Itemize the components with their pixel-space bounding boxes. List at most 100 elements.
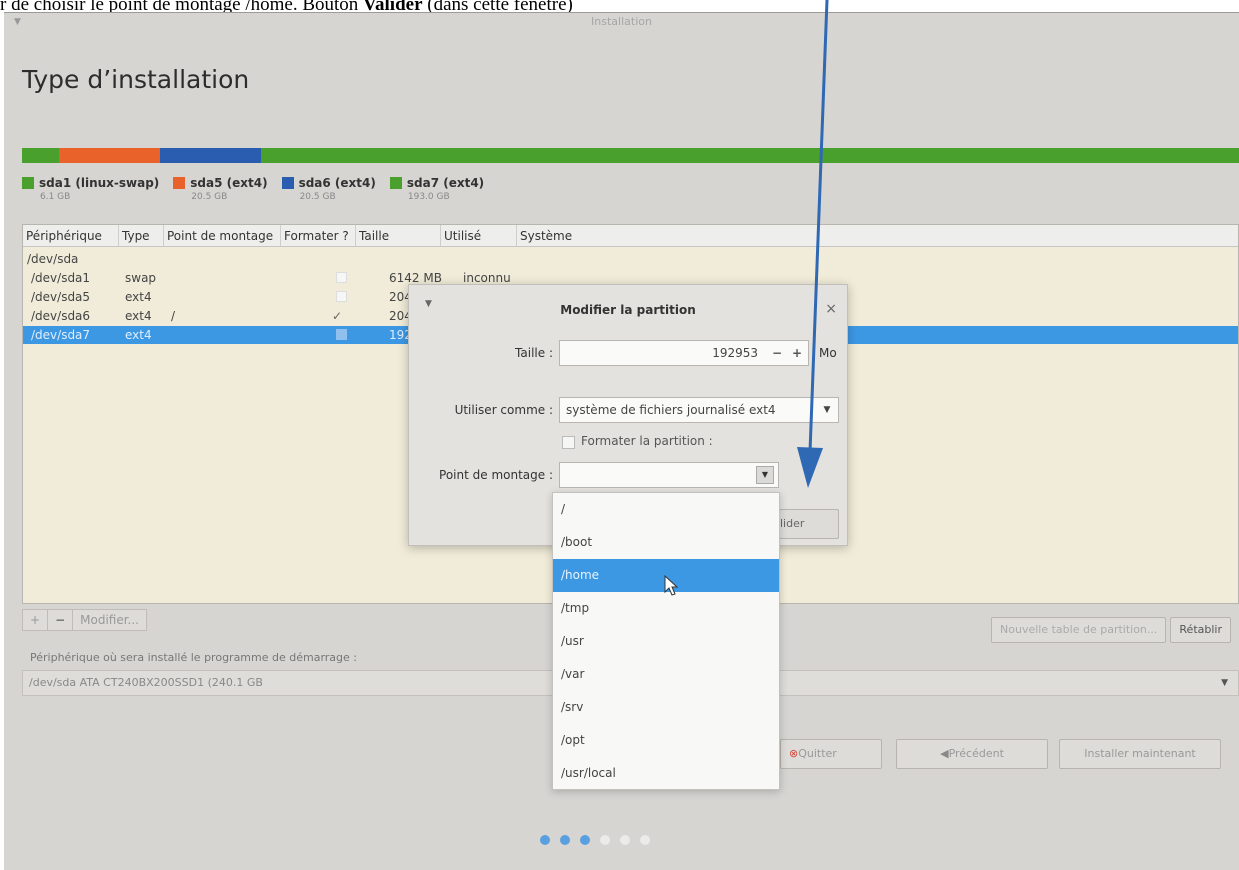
format-partition-label: Formater la partition : — [581, 434, 713, 448]
legend-item: sda5 (ext4) 20.5 GB — [173, 176, 268, 202]
format-checkbox[interactable] — [336, 329, 347, 340]
page-title: Type d’installation — [22, 65, 250, 94]
use-as-value: système de fichiers journalisé ext4 — [566, 403, 776, 417]
legend-label: sda5 (ext4) — [190, 176, 268, 190]
bootloader-value: /dev/sda ATA CT240BX200SSD1 (240.1 GB — [29, 676, 263, 689]
legend-size: 193.0 GB — [407, 192, 450, 202]
revert-button[interactable]: Rétablir — [1170, 617, 1231, 643]
row-device: /dev/sda — [27, 252, 79, 266]
table-actions: Nouvelle table de partition... Rétablir — [991, 617, 1231, 643]
partition-segment-sda6 — [159, 148, 261, 163]
row-mount: / — [171, 309, 176, 323]
legend-item: sda1 (linux-swap) 6.1 GB — [22, 176, 159, 202]
legend-swatch — [22, 177, 34, 189]
mouse-cursor-icon — [664, 575, 679, 596]
decrement-button[interactable]: − — [772, 341, 782, 365]
mount-option[interactable]: /boot — [553, 526, 779, 559]
back-arrow-icon: ◀ — [940, 747, 949, 760]
quit-button[interactable]: ⊗Quitter — [780, 739, 882, 769]
partition-toolbar: + − Modifier... — [22, 609, 147, 631]
col-mount[interactable]: Point de montage — [164, 225, 281, 246]
legend-swatch — [173, 177, 186, 189]
size-field[interactable]: 192953 − + — [559, 340, 809, 366]
window-menu-icon[interactable]: ▼ — [14, 13, 21, 31]
size-value: 192953 — [712, 346, 758, 360]
row-device: /dev/sda6 — [31, 309, 91, 323]
close-icon[interactable]: × — [825, 301, 837, 317]
modify-partition-button[interactable]: Modifier... — [73, 610, 146, 630]
use-as-label: Utiliser comme : — [454, 403, 553, 417]
mount-point-combo[interactable]: ▼ — [559, 462, 779, 488]
format-checkbox[interactable] — [336, 291, 347, 302]
mount-option[interactable]: /srv — [553, 691, 779, 724]
col-system[interactable]: Système — [517, 225, 1238, 246]
window-title: Installation — [591, 15, 652, 28]
partition-segment-sda5 — [58, 148, 160, 163]
legend-label: sda7 (ext4) — [406, 176, 485, 190]
legend-size: 6.1 GB — [40, 192, 71, 202]
mount-point-dropdown: //boot/home/tmp/usr/var/srv/opt/usr/loca… — [552, 492, 780, 790]
progress-dot — [580, 835, 590, 845]
row-type: ext4 — [125, 290, 152, 304]
install-now-button[interactable]: Installer maintenant — [1059, 739, 1221, 769]
legend-item: sda6 (ext4) 20.5 GB — [281, 176, 376, 202]
mount-point-label: Point de montage : — [439, 468, 553, 482]
back-button[interactable]: ◀Précédent — [896, 739, 1048, 769]
table-row[interactable]: /dev/sda — [23, 250, 1238, 268]
mount-option[interactable]: /usr — [553, 625, 779, 658]
progress-dot — [600, 835, 610, 845]
size-label: Taille : — [515, 346, 553, 360]
col-used[interactable]: Utilisé — [441, 225, 517, 246]
chevron-down-icon: ▼ — [816, 398, 838, 422]
use-as-select[interactable]: système de fichiers journalisé ext4 ▼ — [559, 397, 839, 423]
legend-size: 20.5 GB — [299, 192, 336, 202]
progress-dot — [560, 835, 570, 845]
new-partition-table-button[interactable]: Nouvelle table de partition... — [991, 617, 1167, 643]
partition-segment-sda1 — [22, 148, 59, 163]
add-partition-button[interactable]: + — [23, 610, 49, 630]
chevron-down-icon[interactable]: ▼ — [756, 466, 774, 484]
legend-label: sda1 (linux-swap) — [39, 176, 160, 190]
mount-option[interactable]: /opt — [553, 724, 779, 757]
format-check-icon[interactable]: ✓ — [332, 307, 342, 325]
quit-icon: ⊗ — [789, 747, 799, 760]
partition-segment-sda7 — [260, 148, 1239, 163]
progress-dot — [620, 835, 630, 845]
validate-button[interactable]: lider — [775, 509, 839, 539]
legend-label: sda6 (ext4) — [298, 176, 376, 190]
legend-swatch — [281, 177, 294, 189]
col-type[interactable]: Type — [119, 225, 164, 246]
legend-size: 20.5 GB — [191, 192, 228, 202]
table-header: Périphérique Type Point de montage Forma… — [23, 225, 1238, 247]
row-device: /dev/sda7 — [31, 328, 91, 342]
bootloader-label: Périphérique où sera installé le program… — [30, 651, 358, 664]
mount-option[interactable]: /var — [553, 658, 779, 691]
instruction-caption: r de choisir le point de montage /home. … — [0, 0, 1000, 12]
progress-dot — [640, 835, 650, 845]
format-partition-checkbox[interactable] — [562, 436, 575, 449]
progress-dot — [540, 835, 550, 845]
partition-bar — [22, 148, 1239, 163]
col-format[interactable]: Formater ? — [281, 225, 356, 246]
mount-option[interactable]: / — [553, 493, 779, 526]
chevron-down-icon: ▼ — [1221, 678, 1228, 688]
row-device: /dev/sda5 — [31, 290, 91, 304]
col-device[interactable]: Périphérique — [23, 225, 119, 246]
validate-word: Valider — [363, 0, 423, 12]
row-device: /dev/sda1 — [31, 271, 91, 285]
row-type: ext4 — [125, 309, 152, 323]
row-type: swap — [125, 271, 157, 285]
dialog-title: Modifier la partition — [560, 303, 696, 317]
size-unit: Mo — [819, 346, 837, 360]
legend-item: sda7 (ext4) 193.0 GB — [389, 176, 485, 202]
legend-swatch — [389, 177, 402, 189]
increment-button[interactable]: + — [792, 341, 802, 365]
row-type: ext4 — [125, 328, 152, 342]
titlebar: ▼ Installation — [4, 13, 1239, 33]
partition-legend: sda1 (linux-swap) 6.1 GB sda5 (ext4) 20.5 G… — [22, 176, 484, 202]
col-size[interactable]: Taille — [356, 225, 441, 246]
mount-option[interactable]: /usr/local — [553, 757, 779, 790]
format-checkbox[interactable] — [336, 272, 347, 283]
progress-dots — [540, 835, 650, 845]
remove-partition-button[interactable]: − — [48, 610, 74, 630]
